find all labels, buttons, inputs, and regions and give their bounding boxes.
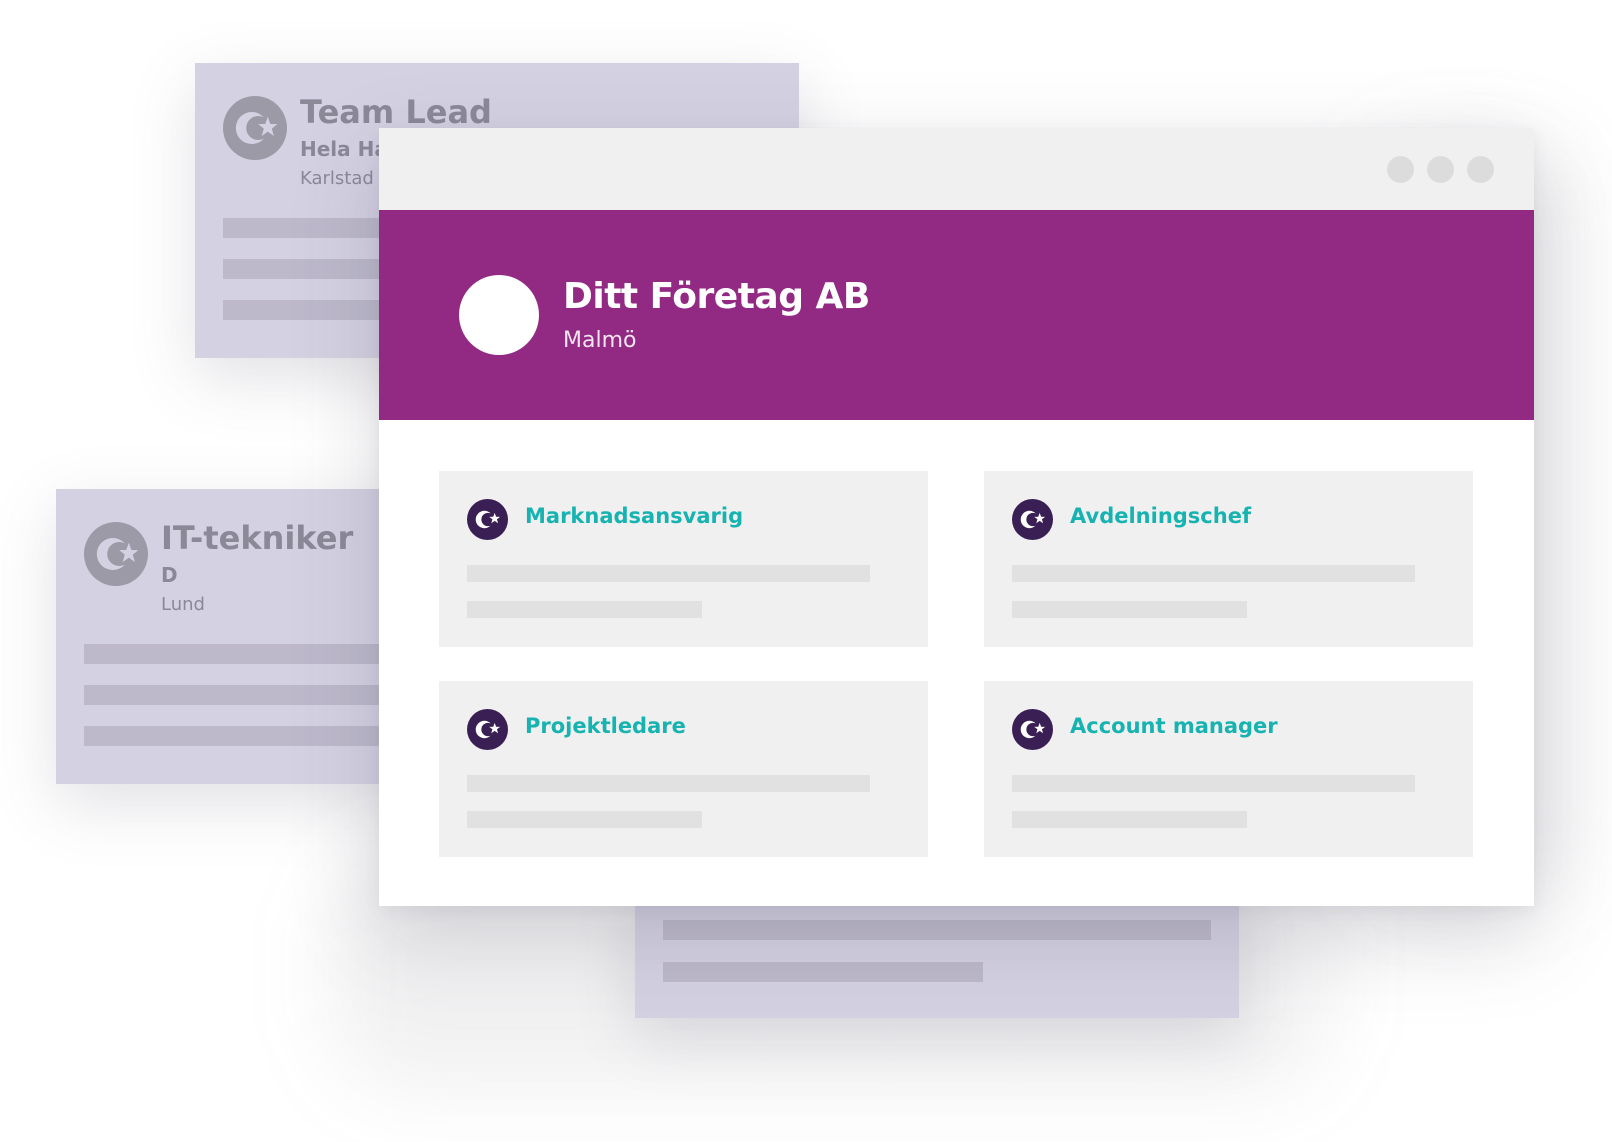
company-star-logo-icon [223, 96, 287, 160]
placeholder-line [1012, 811, 1247, 828]
job-card-projektledare[interactable]: Projektledare [439, 681, 928, 857]
placeholder-line [467, 811, 702, 828]
job-card-avdelningschef[interactable]: Avdelningschef [984, 471, 1473, 647]
company-star-logo-icon [84, 522, 148, 586]
job-title[interactable]: Projektledare [525, 714, 686, 738]
job-title[interactable]: Marknadsansvarig [525, 504, 743, 528]
placeholder-line [1012, 775, 1415, 792]
company-name: Ditt Företag AB [563, 276, 870, 317]
placeholder-line [467, 775, 870, 792]
company-city: Malmö [563, 328, 637, 353]
placeholder-line [663, 962, 983, 982]
job-title[interactable]: Account manager [1070, 714, 1278, 738]
placeholder-line [467, 565, 870, 582]
job-card-account-manager[interactable]: Account manager [984, 681, 1473, 857]
company-header: Ditt Företag AB Malmö [379, 210, 1534, 420]
placeholder-line [663, 920, 1211, 940]
background-card-title: IT-tekniker [161, 519, 354, 557]
background-card-location: Karlstad [300, 168, 374, 189]
placeholder-line [1012, 601, 1247, 618]
company-star-logo-icon [467, 709, 508, 750]
background-card-title: Team Lead [300, 93, 492, 131]
background-card-subtitle: Hela Ha [300, 137, 388, 161]
window-titlebar [379, 128, 1534, 210]
background-card-subtitle: D [161, 563, 178, 587]
company-star-logo-icon [467, 499, 508, 540]
company-page-window: Ditt Företag AB Malmö Marknadsansvarig A… [379, 128, 1534, 906]
window-dot-icon[interactable] [1427, 156, 1454, 183]
placeholder-line [1012, 565, 1415, 582]
window-dot-icon[interactable] [1467, 156, 1494, 183]
company-logo [459, 275, 539, 355]
company-star-logo-icon [1012, 499, 1053, 540]
company-star-logo-icon [1012, 709, 1053, 750]
job-title[interactable]: Avdelningschef [1070, 504, 1251, 528]
placeholder-line [467, 601, 702, 618]
background-card-location: Lund [161, 594, 205, 615]
job-card-marknadsansvarig[interactable]: Marknadsansvarig [439, 471, 928, 647]
window-dot-icon[interactable] [1387, 156, 1414, 183]
